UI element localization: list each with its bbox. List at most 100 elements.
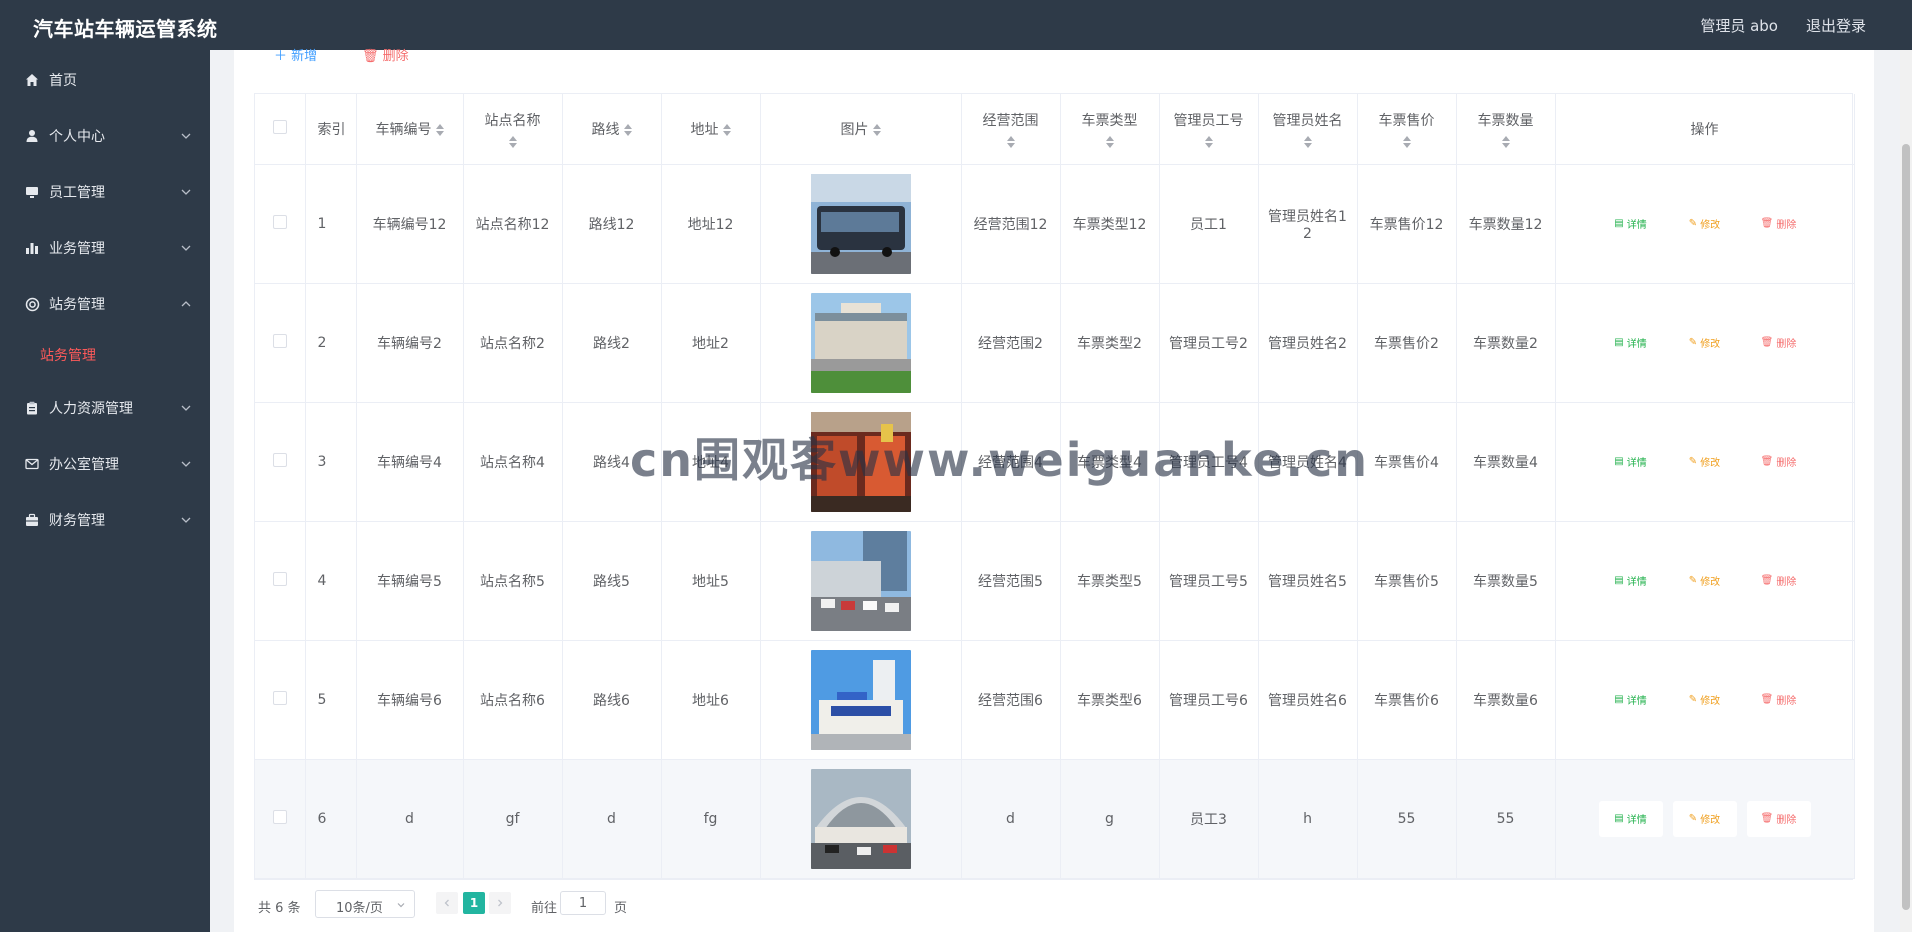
delete-button[interactable]: 🗑 删除 [1747,444,1811,480]
batch-delete-button[interactable]: 🗑 删除 [362,45,409,64]
chevron-left-icon [444,899,449,907]
page-size-select[interactable]: 10条/页 [315,890,415,918]
document-icon: ▤ [1614,694,1624,705]
edit-button[interactable]: ✎ 修改 [1673,325,1737,361]
table-row[interactable]: 5 车辆编号6 站点名称6 路线6 地址6 经营范围6 车票类型6 管理员工号6 管理员姓名6 车… [255,640,1855,760]
column-header-quantity[interactable]: 车票数量 [1456,94,1556,165]
goto-page-input[interactable] [560,891,606,915]
user-icon [24,128,40,144]
column-header-label: 管理员工号 [1173,112,1244,129]
row-checkbox[interactable] [272,333,287,348]
sidebar-item-employee[interactable]: 员工管理 [0,164,210,220]
cell-quantity: 车票数量4 [1456,402,1556,522]
vehicle-photo[interactable] [810,173,911,274]
column-header-scope[interactable]: 经营范围 [961,94,1061,165]
sort-icon[interactable] [1501,135,1510,148]
delete-button[interactable]: 🗑 删除 [1747,563,1811,599]
edit-button[interactable]: ✎ 修改 [1672,800,1737,837]
vehicle-photo[interactable] [810,649,911,750]
cell-admin-name: h [1258,759,1358,879]
sidebar-item-finance[interactable]: 财务管理 [0,492,210,548]
row-select-cell[interactable] [255,402,306,522]
edit-button[interactable]: ✎ 修改 [1673,444,1737,480]
vehicle-photo[interactable] [810,411,911,512]
chevron-down-icon [181,405,191,411]
edit-button-label: 修改 [1700,220,1721,231]
submenu-item-station-affairs[interactable]: 站务管理 [0,330,210,380]
delete-button[interactable]: 🗑 删除 [1747,682,1811,718]
scrollbar-thumb[interactable] [1902,144,1910,910]
vehicle-photo[interactable] [810,530,911,631]
sort-icon[interactable] [1402,135,1411,148]
sort-icon[interactable] [1105,135,1114,148]
row-select-cell[interactable] [255,759,306,879]
page-scrollbar[interactable] [1900,50,1912,932]
select-all-cell[interactable] [255,94,306,165]
prev-page-button[interactable] [436,892,458,914]
vehicle-photo[interactable] [810,292,911,393]
row-select-cell[interactable] [255,164,306,284]
edit-button[interactable]: ✎ 修改 [1673,563,1737,599]
detail-button[interactable]: ▤ 详情 [1599,682,1663,718]
vehicle-photo[interactable] [810,768,911,869]
column-header-route[interactable]: 路线 [562,94,662,165]
sort-icon[interactable] [872,123,881,136]
row-checkbox[interactable] [272,571,287,586]
column-header-price[interactable]: 车票售价 [1357,94,1457,165]
sidebar-item-personal-center[interactable]: 个人中心 [0,108,210,164]
column-header-admin-name[interactable]: 管理员姓名 [1258,94,1358,165]
sidebar-item-home[interactable]: 首页 [0,52,210,108]
next-page-button[interactable] [489,892,511,914]
delete-button[interactable]: 🗑 删除 [1746,800,1811,837]
cell-scope: 经营范围2 [961,283,1061,403]
delete-button[interactable]: 🗑 删除 [1747,325,1811,361]
table-row[interactable]: 1 车辆编号12 站点名称12 路线12 地址12 经营范围12 车票类型12 员工1 管理员姓… [255,164,1855,284]
cell-price: 车票售价5 [1357,521,1457,641]
table-row[interactable]: 6 d gf d fg d g 员工3 h 55 55 ▤ 详情 ✎ 修改 🗑 删除 [255,759,1855,879]
table-row[interactable]: 2 车辆编号2 站点名称2 路线2 地址2 经营范围2 车票类型2 管理员工号2 管理员姓名2 车… [255,283,1855,403]
sort-icon[interactable] [435,123,444,136]
add-button[interactable]: ＋ 新增 [274,45,317,64]
row-checkbox[interactable] [272,809,287,824]
detail-button[interactable]: ▤ 详情 [1599,563,1663,599]
detail-button[interactable]: ▤ 详情 [1598,800,1663,837]
detail-button[interactable]: ▤ 详情 [1599,325,1663,361]
sidebar-item-label: 人力资源管理 [49,401,133,417]
sort-icon[interactable] [623,123,632,136]
sidebar-item-business[interactable]: 业务管理 [0,220,210,276]
edit-button[interactable]: ✎ 修改 [1673,206,1737,242]
delete-button[interactable]: 🗑 删除 [1747,206,1811,242]
column-header-address[interactable]: 地址 [661,94,761,165]
detail-button[interactable]: ▤ 详情 [1599,444,1663,480]
sort-icon[interactable] [1204,135,1213,148]
sort-icon[interactable] [1303,135,1312,148]
column-header-label: 经营范围 [982,112,1039,129]
page-number-current[interactable]: 1 [463,892,485,914]
column-header-image[interactable]: 图片 [760,94,962,165]
logout-link[interactable]: 退出登录 [1806,15,1866,36]
table-row[interactable]: 3 车辆编号4 站点名称4 路线4 地址4 经营范围4 车票类型4 管理员工号4 管理员姓名4 车… [255,402,1855,522]
row-select-cell[interactable] [255,521,306,641]
cell-index: 6 [305,759,357,879]
column-header-vehicle-no[interactable]: 车辆编号 [356,94,464,165]
detail-button[interactable]: ▤ 详情 [1599,206,1663,242]
select-all-checkbox[interactable] [272,119,287,134]
row-checkbox[interactable] [272,452,287,467]
cell-address: 地址5 [661,521,761,641]
sort-icon[interactable] [1006,135,1015,148]
sidebar-item-office[interactable]: 办公室管理 [0,436,210,492]
edit-button[interactable]: ✎ 修改 [1673,682,1737,718]
table-row[interactable]: 4 车辆编号5 站点名称5 路线5 地址5 经营范围5 车票类型5 管理员工号5 管理员姓名5 车… [255,521,1855,641]
column-header-ticket-type[interactable]: 车票类型 [1060,94,1160,165]
row-select-cell[interactable] [255,640,306,760]
row-select-cell[interactable] [255,283,306,403]
sort-icon[interactable] [508,135,517,148]
cell-staff-no: 管理员工号6 [1159,640,1259,760]
column-header-station[interactable]: 站点名称 [463,94,563,165]
sort-icon[interactable] [722,123,731,136]
sidebar-item-hr[interactable]: 人力资源管理 [0,380,210,436]
row-checkbox[interactable] [272,214,287,229]
sidebar-item-station-affairs[interactable]: 站务管理 [0,276,210,332]
row-checkbox[interactable] [272,690,287,705]
column-header-staff-no[interactable]: 管理员工号 [1159,94,1259,165]
